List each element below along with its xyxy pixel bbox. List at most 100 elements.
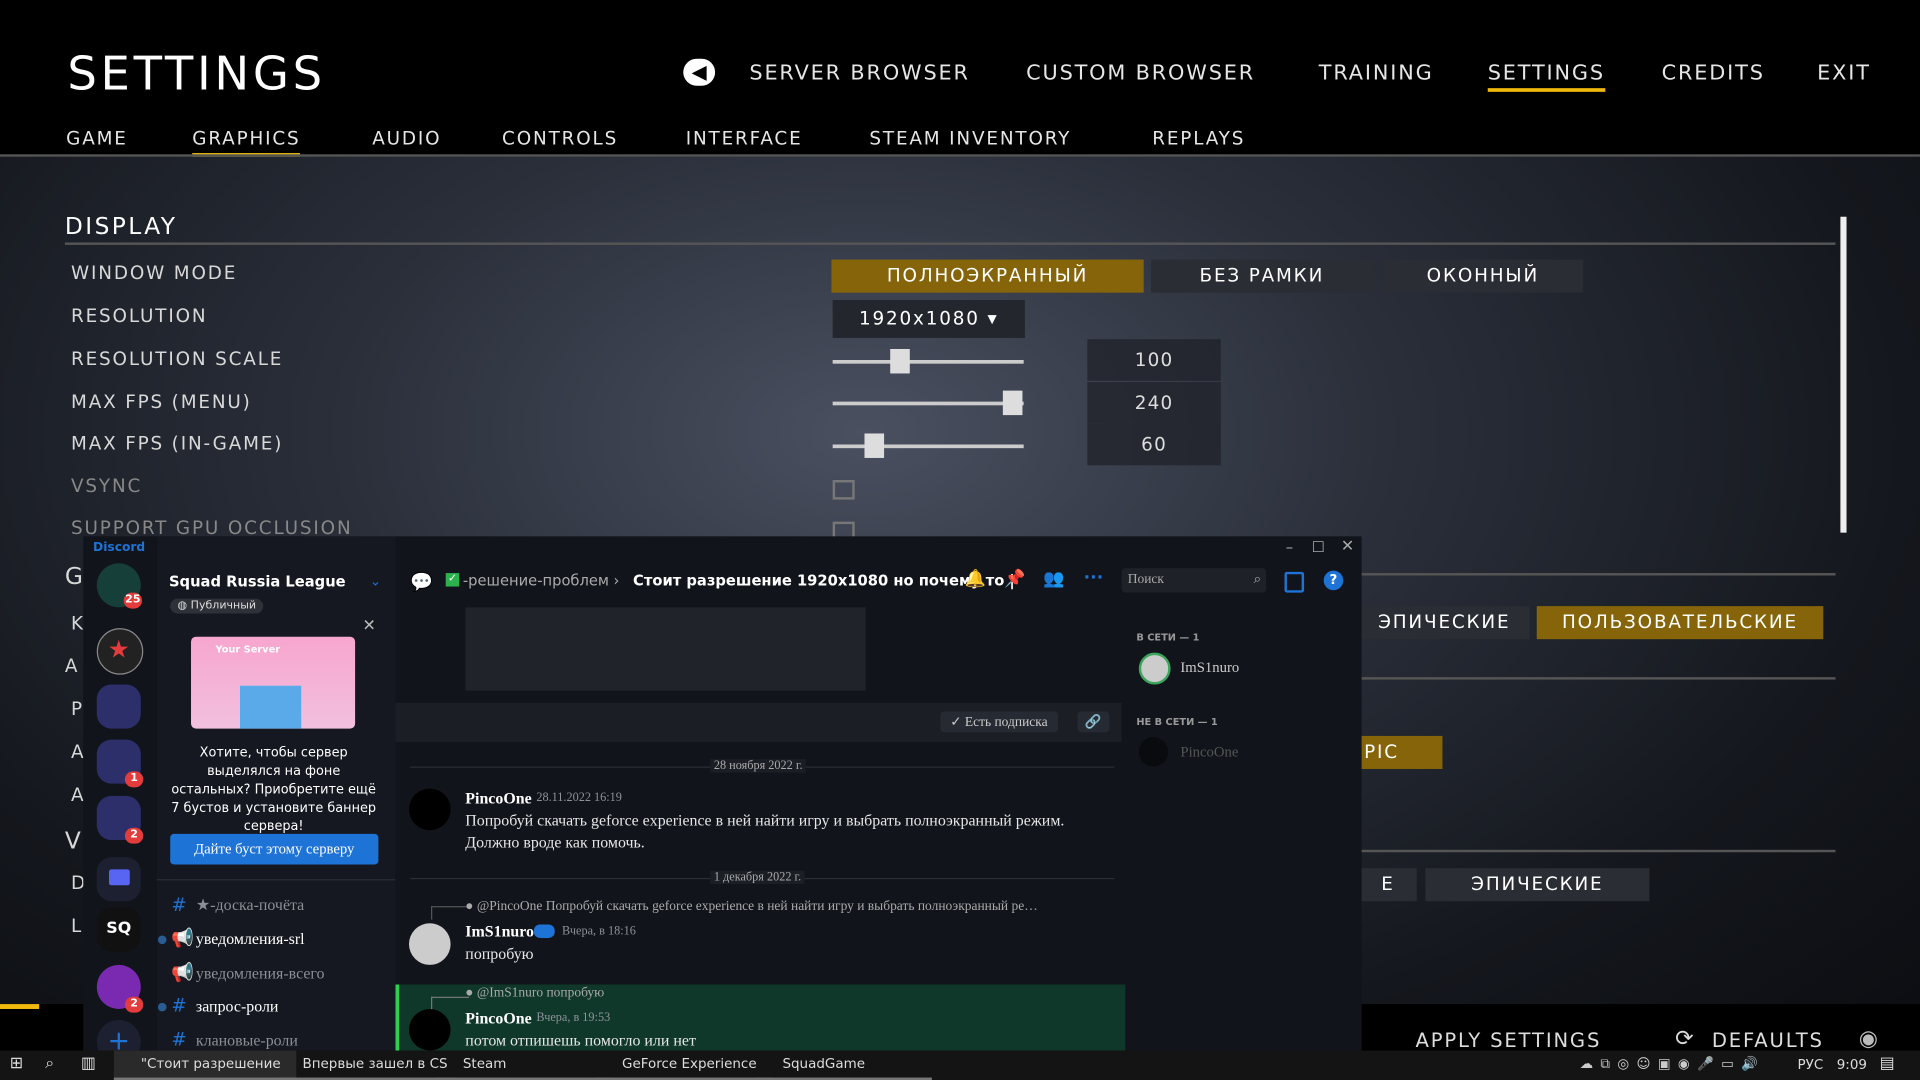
members-icon[interactable]: 👥 — [1043, 569, 1064, 589]
tab-game[interactable]: GAME — [66, 127, 128, 149]
taskbar-item-chrome[interactable]: Впервые зашел в CS ... — [275, 1051, 456, 1080]
scrollbar[interactable] — [1840, 216, 1847, 533]
quality-epic-button-2[interactable]: ЭПИЧЕСКИЕ — [1425, 868, 1650, 902]
server-folder[interactable]: 2 — [96, 795, 144, 844]
reply-preview[interactable]: ● @ImS1nuro попробую — [465, 986, 604, 1001]
tab-steam-inventory[interactable]: STEAM INVENTORY — [869, 127, 1071, 149]
divider — [1359, 849, 1836, 853]
language-indicator[interactable]: РУС — [1798, 1057, 1824, 1073]
minimize-icon[interactable]: – — [1286, 539, 1293, 556]
maximize-icon[interactable]: ☐ — [1312, 539, 1325, 556]
member-item[interactable]: ImS1nuro — [1180, 659, 1239, 677]
avatar[interactable] — [408, 923, 451, 965]
message-author[interactable]: PincoOne — [465, 1009, 531, 1029]
nav-exit[interactable]: EXIT — [1817, 61, 1871, 85]
notifications-icon[interactable]: ▤ — [1880, 1054, 1895, 1072]
channel-item[interactable]: уведомления-всего — [196, 964, 325, 984]
server-icon-home[interactable]: 25 — [96, 563, 143, 609]
boost-button[interactable]: Дайте буст этому серверу — [170, 833, 379, 865]
more-icon[interactable]: ··· — [1084, 568, 1104, 588]
max-fps-menu-value[interactable]: 240 — [1087, 382, 1221, 424]
search-input[interactable]: Поиск ⌕ — [1121, 568, 1267, 593]
resolution-scale-value[interactable]: 100 — [1087, 339, 1221, 381]
max-fps-menu-slider[interactable] — [832, 390, 1024, 416]
window-mode-borderless[interactable]: БЕЗ РАМКИ — [1151, 259, 1373, 293]
taskbar-item-steam[interactable]: Steam — [435, 1051, 614, 1080]
quality-button[interactable]: E — [1359, 868, 1417, 902]
avatar[interactable] — [1138, 737, 1169, 767]
folder-icon[interactable] — [96, 857, 141, 902]
slider-thumb[interactable] — [864, 433, 885, 458]
tab-controls[interactable]: CONTROLS — [502, 127, 618, 149]
bell-icon[interactable]: 🔔 — [965, 569, 986, 589]
resolution-label: RESOLUTION — [71, 304, 208, 327]
tab-replays[interactable]: REPLAYS — [1152, 127, 1245, 149]
channel-item[interactable]: ★-доска-почёта — [196, 895, 304, 915]
tabs-divider — [0, 154, 1920, 157]
defaults-button[interactable]: DEFAULTS — [1712, 1029, 1824, 1052]
channel-item[interactable]: уведомления-srl — [196, 929, 305, 949]
nav-training[interactable]: TRAINING — [1319, 61, 1434, 85]
taskbar-item-geforce[interactable]: GeForce Experience — [595, 1051, 772, 1080]
attachment-screenshot[interactable] — [465, 607, 866, 691]
clock[interactable]: 9:09 — [1837, 1057, 1867, 1073]
window-mode-windowed[interactable]: ОКОННЫЙ — [1382, 259, 1584, 293]
apply-settings-button[interactable]: APPLY SETTINGS — [1416, 1029, 1602, 1052]
vsync-checkbox[interactable] — [832, 480, 855, 500]
quality-epic-button[interactable]: ЭПИЧЕСКИЕ — [1359, 606, 1530, 640]
avatar[interactable] — [408, 1008, 451, 1051]
channel-item[interactable]: запрос-роли — [196, 997, 279, 1017]
add-server-icon[interactable]: + — [96, 1020, 141, 1051]
back-icon[interactable]: ◀ — [683, 58, 716, 86]
channel-item[interactable]: клановые-роли — [196, 1031, 298, 1051]
nav-settings[interactable]: SETTINGS — [1487, 61, 1605, 92]
help-icon[interactable]: ? — [1323, 570, 1344, 591]
tab-graphics[interactable]: GRAPHICS — [192, 127, 301, 157]
nav-custom-browser[interactable]: CUSTOM BROWSER — [1026, 61, 1255, 85]
avatar[interactable] — [408, 788, 451, 831]
tray-icons[interactable]: ☁⧉◎☺▣◉🎤▭🔊 — [1580, 1056, 1766, 1073]
message-author[interactable]: PincoOne — [465, 789, 531, 809]
link-icon[interactable]: 🔗 — [1077, 711, 1110, 733]
tab-audio[interactable]: AUDIO — [372, 127, 441, 149]
taskbar-item-squadgame[interactable]: SquadGame — [755, 1051, 932, 1080]
window-mode-fullscreen[interactable]: ПОЛНОЭКРАННЫЙ — [831, 259, 1144, 293]
pin-icon[interactable]: 📌 — [1004, 569, 1025, 589]
slider-thumb[interactable] — [1002, 390, 1022, 416]
avatar[interactable] — [1138, 652, 1171, 685]
close-icon[interactable]: ✕ — [362, 617, 375, 635]
hidden-fragment: A — [64, 655, 80, 678]
subscribed-button[interactable]: ✓ Есть подписка — [940, 711, 1058, 733]
nav-server-browser[interactable]: SERVER BROWSER — [749, 61, 969, 85]
chevron-down-icon[interactable]: ⌄ — [370, 573, 381, 589]
quality-preset-button[interactable]: PIC — [1359, 735, 1443, 769]
slider-thumb[interactable] — [889, 348, 910, 374]
message-author[interactable]: ImS1nuro — [465, 922, 534, 942]
inbox-icon[interactable] — [1284, 571, 1305, 593]
forum-channel-link[interactable]: -решение-проблем — [463, 572, 609, 589]
task-view-icon[interactable]: ▥ — [81, 1054, 96, 1072]
member-item[interactable]: PincoOne — [1180, 743, 1238, 761]
server-folder[interactable] — [96, 684, 141, 729]
server-icon-purple[interactable]: 2 — [96, 964, 144, 1013]
tab-interface[interactable]: INTERFACE — [686, 127, 803, 149]
max-fps-ingame-slider[interactable] — [832, 433, 1024, 458]
server-folder[interactable]: 1 — [96, 739, 144, 788]
taskbar-item-discord[interactable]: "Стоит разрешение ... — [113, 1050, 297, 1080]
windows-start-icon[interactable]: ⊞ — [10, 1054, 23, 1072]
max-fps-ingame-value[interactable]: 60 — [1087, 423, 1221, 466]
server-icon-star[interactable]: ★ — [96, 628, 144, 675]
search-icon[interactable]: ⌕ — [45, 1054, 54, 1072]
discord-logo: Discord — [93, 541, 146, 555]
reply-preview[interactable]: ● @PincoOne Попробуй скачать geforce exp… — [465, 899, 1037, 914]
eye-icon[interactable]: ◉ — [1859, 1026, 1878, 1052]
resolution-scale-slider[interactable] — [832, 348, 1024, 374]
megaphone-icon: 📢 — [171, 926, 195, 949]
close-icon[interactable]: ✕ — [1341, 538, 1354, 556]
resolution-dropdown[interactable]: 1920x1080 ▾ — [832, 300, 1025, 338]
message-text: Попробуй скачать geforce experience в не… — [465, 810, 1065, 829]
server-icon-sqru[interactable]: SQ — [96, 907, 141, 952]
server-name[interactable]: Squad Russia League — [169, 573, 346, 590]
quality-custom-button[interactable]: ПОЛЬЗОВАТЕЛЬСКИЕ — [1536, 606, 1824, 640]
nav-credits[interactable]: CREDITS — [1662, 61, 1765, 85]
